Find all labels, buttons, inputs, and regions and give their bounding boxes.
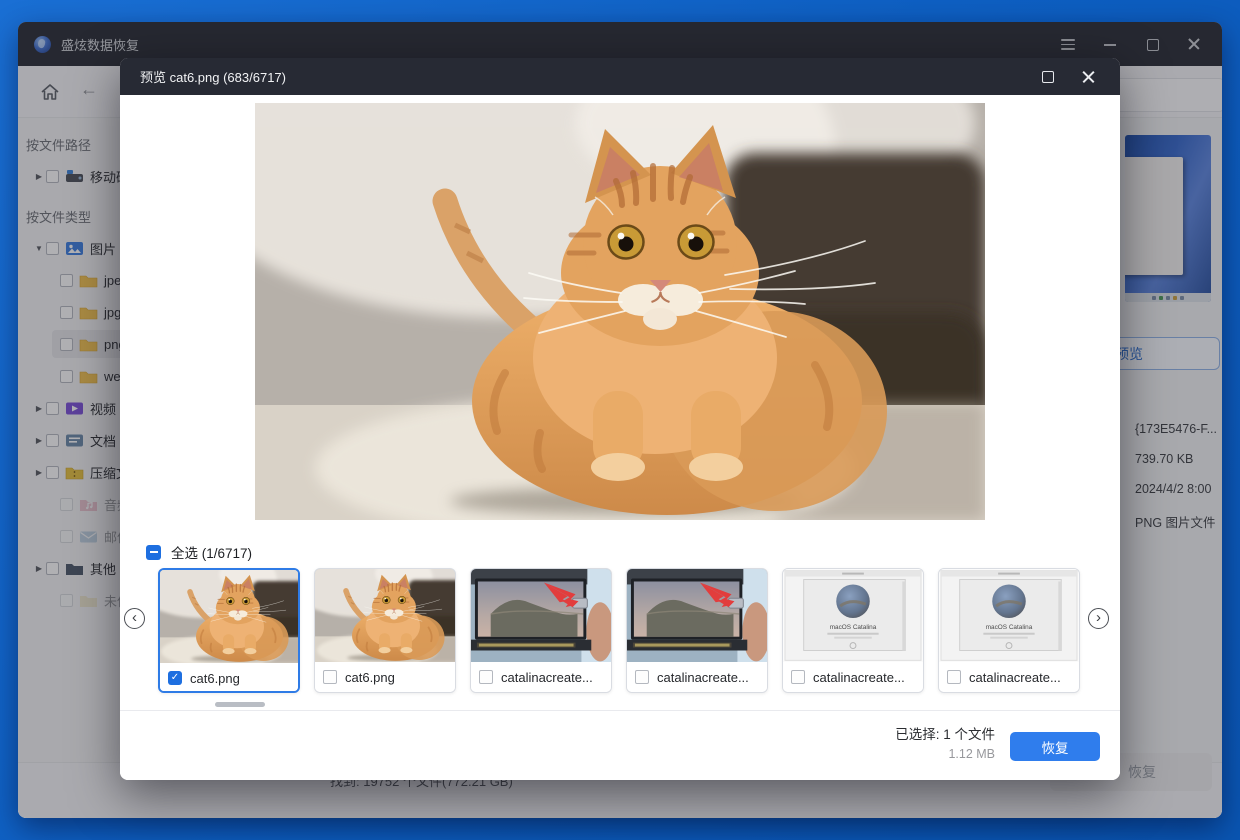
modal-footer: 已选择: 1 个文件 1.12 MB 恢复 [120, 711, 1120, 780]
thumbnail-card[interactable]: catalinacreate... [470, 568, 612, 693]
select-all-checkbox[interactable] [146, 545, 161, 560]
file-name: cat6.png [345, 670, 395, 685]
file-name: catalinacreate... [813, 670, 905, 685]
installer-thumbnail-image [783, 569, 923, 662]
file-name: catalinacreate... [657, 670, 749, 685]
recover-button[interactable]: 恢复 [1010, 732, 1100, 761]
file-checkbox[interactable] [323, 670, 337, 684]
macbook-thumbnail-image [627, 569, 767, 662]
preview-modal: 预览 cat6.png (683/6717) 全选 (1/6717) ‹ › ✓… [120, 58, 1120, 780]
installer-thumbnail-image [939, 569, 1079, 662]
filmstrip: ✓ cat6.png cat6.png catalinacreate... ca… [158, 568, 1080, 693]
modal-maximize-button[interactable] [1040, 69, 1055, 84]
file-checkbox[interactable] [479, 670, 493, 684]
select-all-label: 全选 (1/6717) [171, 542, 252, 562]
modal-title: 预览 cat6.png (683/6717) [140, 67, 286, 86]
thumbnail-card[interactable]: ✓ cat6.png [158, 568, 300, 693]
cat-thumbnail-image [315, 569, 455, 662]
cat-thumbnail-image [160, 570, 298, 663]
selected-size-text: 1.12 MB [895, 747, 995, 761]
selected-count-text: 已选择: 1 个文件 [895, 723, 995, 743]
file-checkbox[interactable] [635, 670, 649, 684]
modal-close-button[interactable] [1081, 69, 1096, 84]
preview-image [255, 103, 985, 520]
filmstrip-prev-button[interactable]: ‹ [124, 608, 145, 629]
filmstrip-scrollbar[interactable] [215, 702, 265, 707]
file-checkbox[interactable] [791, 670, 805, 684]
thumbnail-card[interactable]: cat6.png [314, 568, 456, 693]
file-name: catalinacreate... [969, 670, 1061, 685]
thumbnail-card[interactable]: catalinacreate... [938, 568, 1080, 693]
modal-titlebar: 预览 cat6.png (683/6717) [120, 58, 1120, 95]
file-checkbox-checked[interactable]: ✓ [168, 671, 182, 685]
macbook-thumbnail-image [471, 569, 611, 662]
file-name: catalinacreate... [501, 670, 593, 685]
filmstrip-next-button[interactable]: › [1088, 608, 1109, 629]
thumbnail-card[interactable]: catalinacreate... [626, 568, 768, 693]
thumbnail-card[interactable]: catalinacreate... [782, 568, 924, 693]
file-name: cat6.png [190, 671, 240, 686]
file-checkbox[interactable] [947, 670, 961, 684]
